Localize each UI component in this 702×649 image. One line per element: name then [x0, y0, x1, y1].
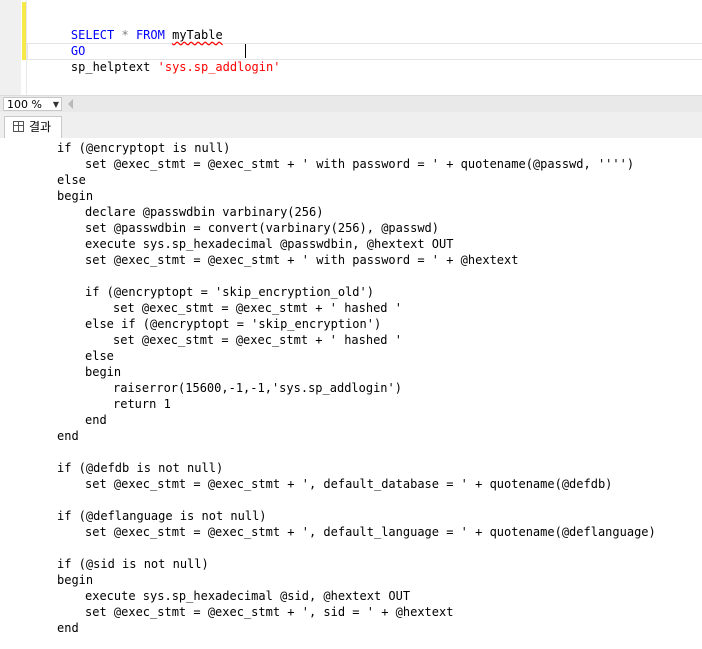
table-name: myTable — [172, 28, 223, 42]
zoom-value: 100 % — [7, 98, 42, 111]
editor-gutter — [0, 0, 21, 95]
result-line: execute sys.sp_hexadecimal @sid, @hextex… — [85, 589, 411, 603]
tab-results[interactable]: 결과 — [4, 116, 62, 138]
result-line: begin — [85, 365, 122, 379]
results-pane[interactable]: if (@encryptopt is null) set @exec_stmt =… — [0, 138, 702, 649]
result-line: set @passwdbin = convert(varbinary(256),… — [85, 221, 440, 235]
result-line: set @exec_stmt = @exec_stmt + ', sid = '… — [85, 605, 454, 619]
result-line: set @exec_stmt = @exec_stmt + ' hashed ' — [113, 333, 402, 347]
procedure-name: sp_helptext — [70, 60, 151, 74]
result-line: end — [57, 429, 79, 443]
select-operator: * — [114, 28, 136, 42]
chevron-down-icon[interactable]: ▼ — [53, 98, 59, 112]
tab-results-label: 결과 — [29, 120, 52, 134]
scroll-left-icon[interactable] — [68, 99, 73, 109]
result-line: end — [57, 621, 79, 635]
results-tab-bar: 결과 — [0, 112, 702, 138]
result-line: if (@deflanguage is not null) — [57, 509, 267, 523]
editor-line-1[interactable]: SELECT * FROM myTable — [42, 11, 223, 42]
result-line: set @exec_stmt = @exec_stmt + ' hashed ' — [113, 301, 402, 315]
grid-icon — [13, 121, 24, 132]
result-line: declare @passwdbin varbinary(256) — [85, 205, 324, 219]
result-line: if (@defdb is not null) — [57, 461, 224, 475]
result-line: set @exec_stmt = @exec_stmt + ', default… — [85, 525, 656, 539]
editor-line-2[interactable]: GO — [42, 27, 85, 58]
result-line: else if (@encryptopt = 'skip_encryption'… — [85, 317, 382, 331]
string-literal: 'sys.sp_addlogin' — [157, 60, 281, 74]
editor-status-bar: 100 % ▼ — [0, 95, 702, 113]
zoom-dropdown[interactable]: 100 % ▼ — [3, 97, 62, 111]
result-line: else — [85, 349, 114, 363]
result-line: return 1 — [113, 397, 171, 411]
result-line: if (@sid is not null) — [57, 557, 209, 571]
keyword-from: FROM — [135, 28, 165, 42]
result-line: if (@encryptopt = 'skip_encryption_old') — [85, 285, 374, 299]
result-line: set @exec_stmt = @exec_stmt + ' with pas… — [85, 157, 635, 171]
result-line: begin — [57, 573, 94, 587]
result-line: if (@encryptopt is null) — [57, 141, 231, 155]
text-caret — [245, 44, 246, 58]
result-line: execute sys.sp_hexadecimal @passwdbin, @… — [85, 237, 454, 251]
result-line: end — [85, 413, 107, 427]
query-editor[interactable]: SELECT * FROM myTable GO sp_helptext 'sy… — [0, 0, 702, 95]
result-line: set @exec_stmt = @exec_stmt + ', default… — [85, 477, 613, 491]
result-line: set @exec_stmt = @exec_stmt + ' with pas… — [85, 253, 519, 267]
result-line: begin — [57, 189, 94, 203]
result-line: else — [57, 173, 86, 187]
result-line: raiserror(15600,-1,-1,'sys.sp_addlogin') — [113, 381, 402, 395]
